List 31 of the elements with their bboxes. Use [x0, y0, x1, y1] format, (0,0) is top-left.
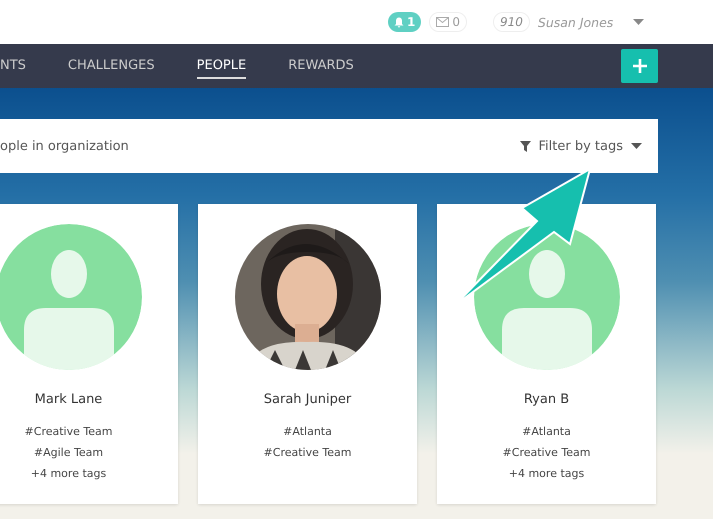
person-card[interactable]: Mark Lane #Creative Team #Agile Team +4 more tags [0, 204, 178, 504]
search-bar[interactable]: ople in organization Filter by tags [0, 119, 658, 173]
more-tags-link[interactable]: +4 more tags [30, 463, 106, 484]
avatar-silhouette-icon [0, 224, 142, 370]
nav-tab[interactable]: CHALLENGES [68, 54, 155, 78]
nav-tab[interactable]: PEOPLE [196, 54, 246, 78]
search-placeholder: ople in organization [0, 138, 129, 154]
bell-icon [394, 16, 404, 28]
person-name: Mark Lane [34, 392, 102, 407]
tag-label: #Creative Team [24, 424, 112, 440]
envelope-icon [436, 17, 450, 27]
person-name: Sarah Juniper [264, 392, 352, 407]
tag-label: #Atlanta [283, 424, 332, 440]
tag-label: #Atlanta [522, 424, 571, 440]
plus-icon [632, 58, 648, 74]
nav-tab[interactable]: NTS [0, 54, 26, 78]
points-badge: 910 [493, 12, 530, 32]
person-name: Ryan B [524, 392, 570, 407]
funnel-icon [520, 140, 530, 152]
person-card[interactable]: Ryan B #Atlanta #Creative Team +4 more tags [437, 204, 656, 504]
filter-dropdown[interactable]: Filter by tags [520, 138, 642, 154]
tag-label: #Creative Team [502, 445, 590, 461]
person-card[interactable]: Sarah Juniper #Atlanta #Creative Team [198, 204, 417, 504]
add-button[interactable] [621, 49, 658, 83]
nav-tab[interactable]: REWARDS [288, 54, 354, 78]
more-tags-link[interactable]: +4 more tags [508, 463, 584, 484]
avatar-silhouette-icon [474, 224, 620, 370]
caret-icon[interactable] [633, 19, 644, 25]
tag-label: #Creative Team [264, 445, 352, 461]
caret-icon [631, 143, 642, 149]
tag-label: #Agile Team [34, 445, 104, 461]
